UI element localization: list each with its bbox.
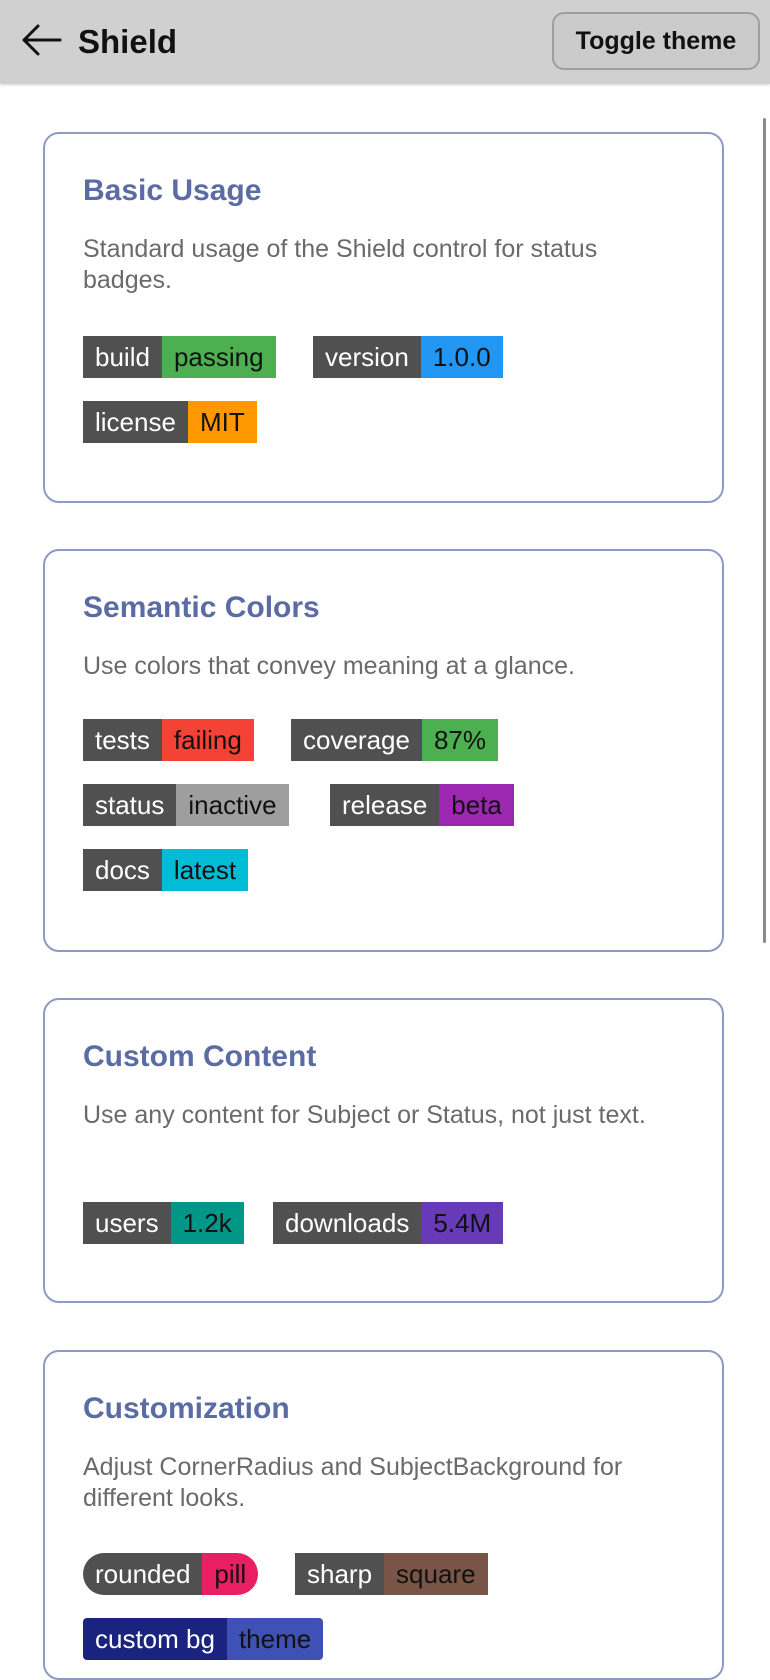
shield-subject: sharp	[295, 1553, 385, 1595]
shield-badge[interactable]: tests failing	[83, 719, 254, 761]
shield-subject: downloads	[273, 1202, 422, 1244]
shield-badge[interactable]: rounded pill	[83, 1553, 259, 1595]
shield-subject: build	[83, 336, 162, 378]
shield-status: square	[384, 1553, 488, 1595]
shield-badge[interactable]: license MIT	[83, 401, 257, 443]
toggle-theme-button[interactable]: Toggle theme	[552, 12, 760, 70]
shield-badge[interactable]: build passing	[83, 336, 276, 378]
section-title: Basic Usage	[83, 174, 262, 207]
shield-status: pill	[202, 1553, 259, 1595]
section-card-customization: Customization Adjust CornerRadius and Su…	[43, 1350, 724, 1680]
shield-status: MIT	[187, 401, 257, 443]
shield-subject: custom bg	[83, 1618, 227, 1660]
shield-status: 1.0.0	[420, 336, 503, 378]
shield-subject: release	[330, 784, 440, 826]
shield-subject: coverage	[291, 719, 422, 761]
shield-status: 5.4M	[421, 1202, 504, 1244]
shield-status: theme	[226, 1618, 324, 1660]
section-description: Use any content for Subject or Status, n…	[83, 1101, 646, 1129]
app-bar: Shield Toggle theme	[0, 0, 770, 84]
shield-badge[interactable]: downloads 5.4M	[273, 1202, 504, 1244]
shield-badge[interactable]: custom bg theme	[83, 1618, 324, 1660]
shield-badge[interactable]: version 1.0.0	[313, 336, 503, 378]
arrow-left-icon	[20, 23, 62, 62]
shield-badge[interactable]: docs latest	[83, 849, 249, 891]
section-description: Use colors that convey meaning at a glan…	[83, 652, 575, 680]
shield-subject: users	[83, 1202, 171, 1244]
section-title: Semantic Colors	[83, 591, 320, 624]
scrollbar[interactable]	[763, 118, 766, 943]
back-button[interactable]	[18, 22, 64, 62]
shield-badge[interactable]: users 1.2k	[83, 1202, 244, 1244]
shield-badge[interactable]: sharp square	[295, 1553, 488, 1595]
section-title: Custom Content	[83, 1040, 317, 1073]
shield-subject: license	[83, 401, 188, 443]
shield-subject: status	[83, 784, 177, 826]
page-title: Shield	[78, 23, 178, 60]
shield-badge[interactable]: coverage 87%	[291, 719, 499, 761]
shield-status: 1.2k	[170, 1202, 244, 1244]
shield-subject: version	[313, 336, 421, 378]
shield-status: passing	[161, 336, 276, 378]
section-description: Standard usage of the Shield control for…	[83, 235, 598, 294]
section-card-semantic-colors: Semantic Colors Use colors that convey m…	[43, 549, 724, 952]
shield-status: beta	[439, 784, 514, 826]
shield-badge[interactable]: status inactive	[83, 784, 289, 826]
shield-status: failing	[161, 719, 254, 761]
shield-subject: docs	[83, 849, 162, 891]
shield-badge[interactable]: release beta	[330, 784, 514, 826]
shield-status: 87%	[421, 719, 499, 761]
section-description: Adjust CornerRadius and SubjectBackgroun…	[83, 1453, 623, 1512]
section-card-basic-usage: Basic Usage Standard usage of the Shield…	[43, 132, 724, 503]
section-title: Customization	[83, 1392, 290, 1425]
section-card-custom-content: Custom Content Use any content for Subje…	[43, 998, 724, 1303]
shield-status: latest	[161, 849, 249, 891]
shield-status: inactive	[176, 784, 289, 826]
shield-subject: tests	[83, 719, 162, 761]
shield-subject: rounded	[83, 1553, 203, 1595]
